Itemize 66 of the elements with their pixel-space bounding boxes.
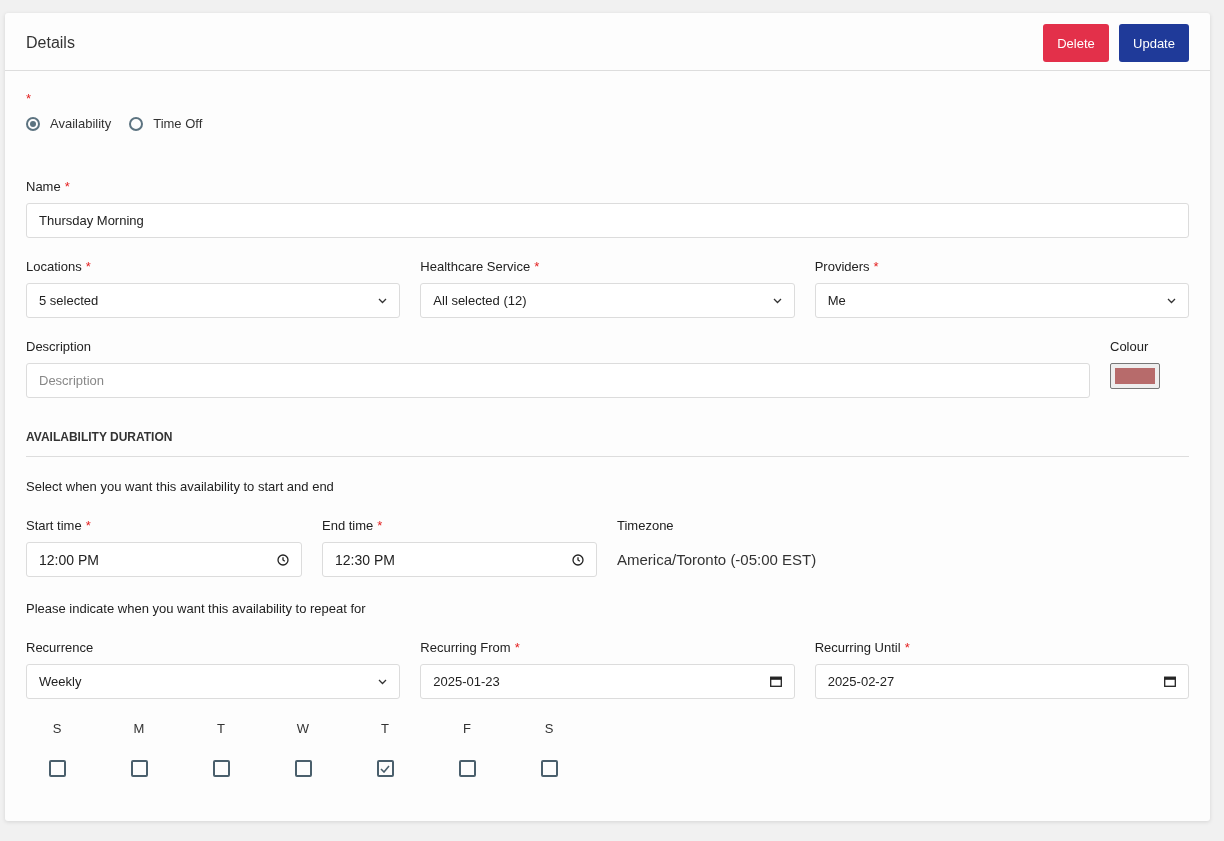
field-label: Start time <box>26 518 82 533</box>
clock-icon <box>277 553 289 566</box>
required-mark: * <box>873 259 879 274</box>
radio-button[interactable] <box>129 116 144 131</box>
weekday-label: S <box>544 721 554 736</box>
field-label: Locations <box>26 259 82 274</box>
required-mark: * <box>64 179 70 194</box>
calendar-icon <box>769 676 782 687</box>
field-label: Timezone <box>617 518 674 533</box>
weekday-checkbox[interactable] <box>212 760 230 777</box>
radio-button[interactable] <box>26 116 40 131</box>
select-field[interactable]: 5 selected <box>26 283 401 318</box>
field-label: End time <box>322 518 374 533</box>
colour-picker[interactable] <box>1110 363 1160 389</box>
select-field[interactable]: Me <box>814 283 1189 318</box>
radio-label: Availability <box>50 116 112 131</box>
radio-label: Time Off <box>153 116 203 131</box>
chevron-icon <box>378 297 388 304</box>
weekday-checkbox[interactable] <box>48 760 66 777</box>
weekday-checkbox[interactable] <box>540 760 558 777</box>
select-field[interactable]: Weekly <box>26 664 401 699</box>
weekday-checkbox[interactable] <box>458 760 476 777</box>
date-field[interactable]: 2025-02-27 <box>814 664 1189 699</box>
field-label: Recurrence <box>26 640 94 655</box>
required-mark: * <box>26 91 33 105</box>
required-mark: * <box>85 259 91 274</box>
field-label: Name <box>26 179 61 194</box>
required-mark: * <box>85 518 91 533</box>
select-field[interactable]: All selected (12) <box>420 283 795 318</box>
chevron-icon <box>378 678 388 685</box>
weekday-label: S <box>52 721 62 736</box>
required-mark: * <box>904 640 910 655</box>
weekday-label: T <box>381 721 389 736</box>
weekday-checkbox[interactable] <box>376 760 394 777</box>
field-label: Healthcare Service <box>420 259 531 274</box>
timezone-value: America/Toronto (-05:00 EST) <box>617 550 818 570</box>
delete-button[interactable]: Delete <box>1043 24 1109 62</box>
name-field[interactable]: Thursday Morning <box>26 203 1189 238</box>
calendar-icon <box>1164 676 1176 687</box>
section-heading: AVAILABILITY DURATION <box>26 430 174 444</box>
card-title: Details <box>26 34 75 52</box>
clock-icon <box>572 553 584 566</box>
required-mark: * <box>534 259 540 274</box>
time-field[interactable]: 12:30 PM <box>322 542 597 577</box>
weekday-label: W <box>296 721 310 736</box>
weekday-label: M <box>133 721 145 736</box>
checkmark-icon <box>380 764 390 773</box>
update-button[interactable]: Update <box>1119 24 1189 62</box>
field-label: Providers <box>814 259 870 274</box>
required-mark: * <box>377 518 383 533</box>
date-field[interactable]: 2025-01-23 <box>420 664 795 699</box>
hint-text: Select when you want this availability to start and end <box>26 479 335 494</box>
hint-text: Please indicate when you want this availability to repeat for <box>26 601 367 616</box>
weekday-label: T <box>217 721 225 736</box>
field-label: Recurring From <box>420 640 511 655</box>
time-field[interactable]: 12:00 PM <box>26 542 302 577</box>
chevron-icon <box>772 297 782 304</box>
field-label: Recurring Until <box>814 640 901 655</box>
field-label: Colour <box>1110 339 1149 354</box>
required-mark: * <box>514 640 520 655</box>
field-label: Description <box>26 339 92 354</box>
weekday-checkbox[interactable] <box>294 760 312 777</box>
chevron-icon <box>1167 297 1176 304</box>
description-field[interactable]: Description <box>26 363 1090 398</box>
weekday-checkbox[interactable] <box>130 760 148 777</box>
weekday-label: F <box>463 721 471 736</box>
